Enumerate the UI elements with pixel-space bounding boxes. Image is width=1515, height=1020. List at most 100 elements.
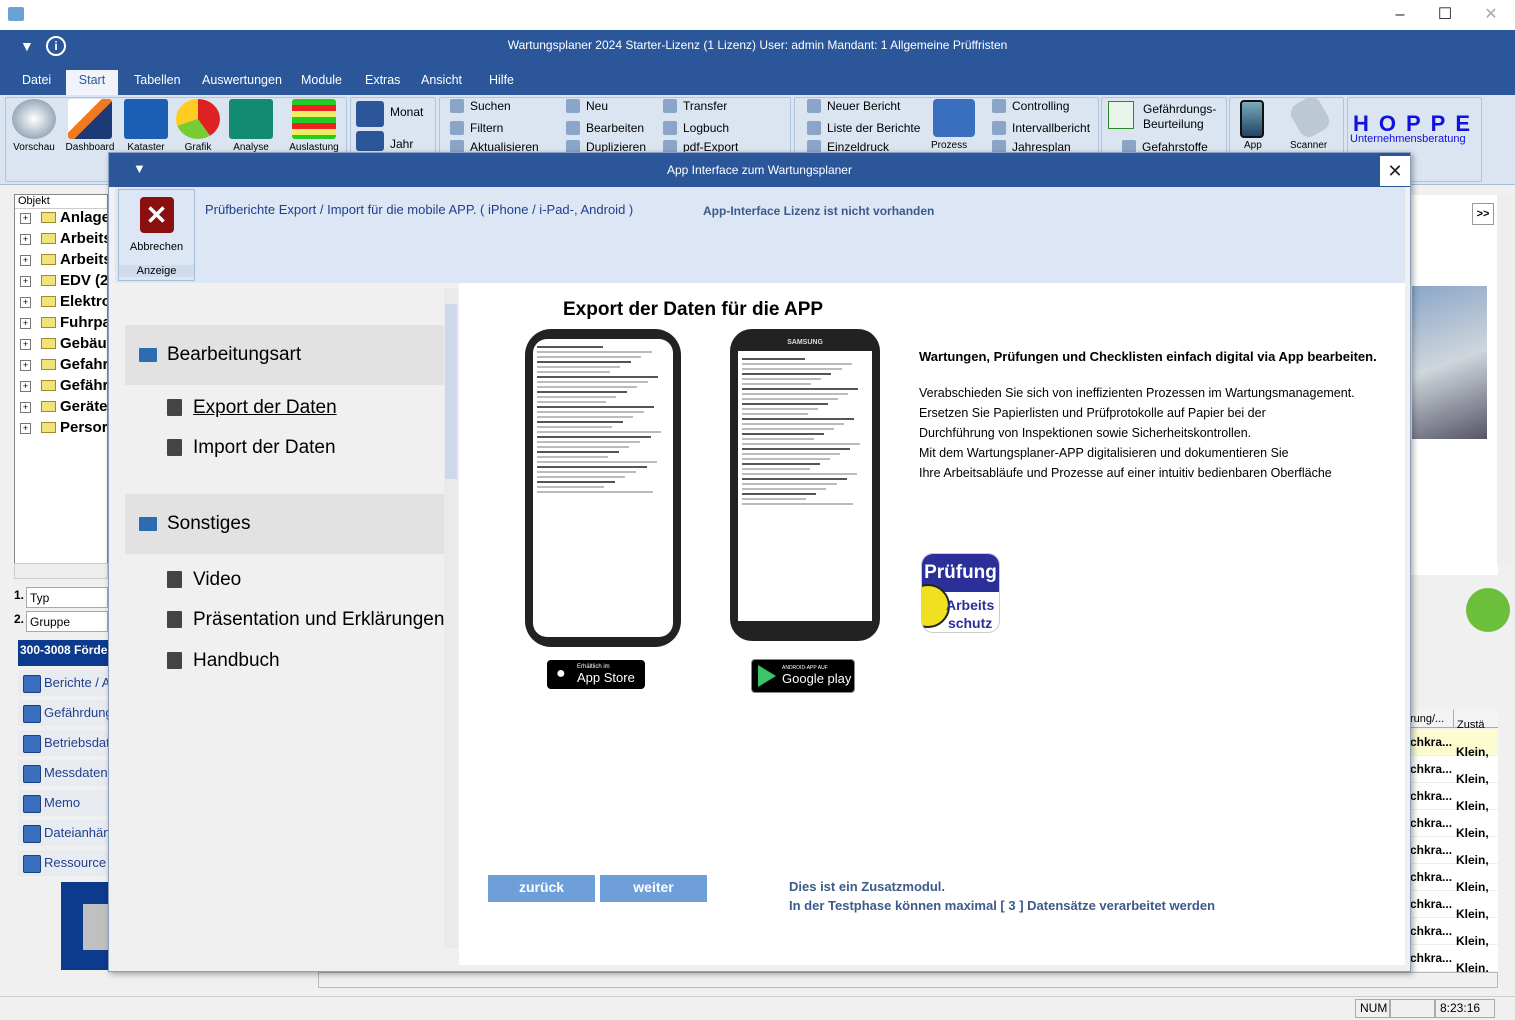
scanner-label[interactable]: Scanner xyxy=(1290,140,1327,151)
grafik-button[interactable]: Grafik xyxy=(172,99,224,153)
tree-item[interactable]: Anlage xyxy=(15,209,107,230)
menu-datei[interactable]: Datei xyxy=(12,70,61,95)
analyse-button[interactable]: Analyse xyxy=(225,99,277,153)
screen-text-line xyxy=(537,461,658,463)
grid-vertical-scrollbar[interactable] xyxy=(1498,712,1512,968)
left-nav-button[interactable]: Gefährdung xyxy=(18,700,108,726)
table-row[interactable]: chkra...Klein, xyxy=(1410,837,1498,867)
left-nav-button[interactable]: Memo xyxy=(18,790,108,816)
menu-start[interactable]: Start xyxy=(66,70,118,95)
table-row[interactable]: chkra...Klein, xyxy=(1410,864,1498,894)
tree-item[interactable]: Elektro xyxy=(15,293,107,314)
filter-typ-field[interactable]: Typ xyxy=(26,587,108,608)
table-row[interactable]: chkra...Klein, xyxy=(1410,783,1498,813)
nav-praesentation[interactable]: Präsentation und Erklärungen xyxy=(165,608,444,632)
menu-module[interactable]: Module xyxy=(291,70,352,95)
anzeige-group-label: Anzeige xyxy=(119,265,194,277)
dialog-menu-dropdown-icon[interactable]: ▼ xyxy=(133,161,146,176)
menu-ansicht[interactable]: Ansicht xyxy=(411,70,472,95)
nav-import-daten[interactable]: Import der Daten xyxy=(165,436,336,460)
tree-item[interactable]: Gefahr xyxy=(15,356,107,377)
prozess-label[interactable]: Prozess xyxy=(931,140,967,151)
dialog-close-button[interactable]: ✕ xyxy=(1380,156,1410,186)
dialog-content: Export der Daten für die APP SAMSUNG ● E… xyxy=(459,283,1405,965)
prozess-icon[interactable] xyxy=(933,99,975,137)
google-play-badge[interactable]: ANDROID-APP AUF Google play xyxy=(751,659,855,693)
tree-item[interactable]: Gebäu xyxy=(15,335,107,356)
left-nav-button[interactable]: Dateianhän xyxy=(18,820,108,846)
back-button[interactable]: zurück xyxy=(488,875,595,902)
nav-section-sonstiges: Sonstiges xyxy=(125,494,450,554)
gbu-icon xyxy=(1108,101,1134,129)
suchen-button[interactable]: Suchen xyxy=(448,96,511,116)
transfer-button[interactable]: Transfer xyxy=(661,96,727,116)
menu-extras[interactable]: Extras xyxy=(355,70,410,95)
left-nav-button[interactable]: Ressource xyxy=(18,850,108,876)
left-nav-button[interactable]: Messdaten xyxy=(18,760,108,786)
status-clock: 8:23:16 xyxy=(1435,999,1495,1018)
auslastung-button[interactable]: Auslastung xyxy=(288,99,340,153)
menu-auswertungen[interactable]: Auswertungen xyxy=(192,70,292,95)
neuer-bericht-button[interactable]: Neuer Bericht xyxy=(805,96,900,116)
controlling-button[interactable]: Controlling xyxy=(990,96,1069,116)
screen-text-line xyxy=(537,471,636,473)
table-row[interactable]: chkra...Klein, xyxy=(1410,810,1498,840)
nav-scrollbar[interactable] xyxy=(444,288,458,948)
jahr-button[interactable]: Jahr xyxy=(390,137,413,151)
table-row[interactable]: chkra...Klein, xyxy=(1410,729,1498,759)
right-vertical-scrollbar[interactable] xyxy=(1497,195,1511,565)
col-header-pruefung[interactable]: rung/... xyxy=(1410,710,1454,728)
nav-export-daten[interactable]: Export der Daten xyxy=(165,396,337,420)
table-row[interactable]: chkra...Klein, xyxy=(1410,891,1498,921)
tree-item[interactable]: Fuhrpa xyxy=(15,314,107,335)
tree-item[interactable]: EDV (2 xyxy=(15,272,107,293)
expand-button[interactable]: >> xyxy=(1472,203,1494,225)
smartphone-icon[interactable] xyxy=(1240,100,1264,138)
tree-item[interactable]: Persor xyxy=(15,419,107,440)
cell: chkra... xyxy=(1410,762,1453,776)
abbrechen-button[interactable]: ✕ Abbrechen xyxy=(119,191,194,255)
menu-tabellen[interactable]: Tabellen xyxy=(124,70,191,95)
logbuch-button[interactable]: Logbuch xyxy=(661,118,729,138)
table-row[interactable]: chkra...Klein, xyxy=(1410,756,1498,786)
tree-horizontal-scrollbar[interactable] xyxy=(14,563,108,579)
kataster-button[interactable]: Kataster xyxy=(120,99,172,153)
monat-button[interactable]: Monat xyxy=(390,105,423,119)
status-bar: NUM 8:23:16 xyxy=(0,996,1515,1020)
app-store-badge[interactable]: ● Erhältlich im App Store xyxy=(547,660,645,689)
tree-item[interactable]: Arbeits xyxy=(15,230,107,251)
screen-text-line xyxy=(742,403,828,405)
dashboard-button[interactable]: Dashboard xyxy=(64,99,116,153)
close-window-button[interactable]: ✕ xyxy=(1476,4,1506,26)
neu-button[interactable]: Neu xyxy=(564,96,608,116)
left-nav-button[interactable]: Berichte / A xyxy=(18,670,108,696)
filter-gruppe-field[interactable]: Gruppe xyxy=(26,611,108,632)
grid-horizontal-scrollbar[interactable] xyxy=(318,972,1498,988)
table-row[interactable]: chkra...Klein, xyxy=(1410,945,1498,975)
menu-hilfe[interactable]: Hilfe xyxy=(479,70,524,95)
table-row[interactable]: chkra...Klein, xyxy=(1410,918,1498,948)
tree-item[interactable]: Arbeits xyxy=(15,251,107,272)
nav-video[interactable]: Video xyxy=(165,568,241,592)
tree-item[interactable]: Gefähr xyxy=(15,377,107,398)
user-status-icon[interactable] xyxy=(1466,588,1510,632)
screen-text-line xyxy=(742,368,842,370)
liste-der-berichte-button[interactable]: Liste der Berichte xyxy=(805,118,920,138)
badge-line: schutz xyxy=(947,615,993,631)
left-nav-button[interactable]: Betriebsdat xyxy=(18,730,108,756)
next-button[interactable]: weiter xyxy=(600,875,707,902)
minimize-button[interactable]: – xyxy=(1385,4,1415,26)
app-label[interactable]: App xyxy=(1244,140,1262,151)
gefaehrdungsbeurteilung-button[interactable]: Gefährdungs- Beurteilung xyxy=(1143,102,1216,132)
screen-text-line xyxy=(742,433,824,435)
intervallbericht-button[interactable]: Intervallbericht xyxy=(990,118,1090,138)
vorschau-button[interactable]: Vorschau xyxy=(8,99,60,153)
maximize-button[interactable]: ☐ xyxy=(1430,4,1460,26)
filter-num-1: 1. xyxy=(14,588,25,602)
nav-handbuch[interactable]: Handbuch xyxy=(165,649,280,673)
tree-item[interactable]: Geräte xyxy=(15,398,107,419)
bearbeiten-button[interactable]: Bearbeiten xyxy=(564,118,644,138)
filtern-button[interactable]: Filtern xyxy=(448,118,503,138)
screen-text-line xyxy=(742,423,845,425)
dialog-subtitle: Prüfberichte Export / Import für die mob… xyxy=(205,202,634,217)
